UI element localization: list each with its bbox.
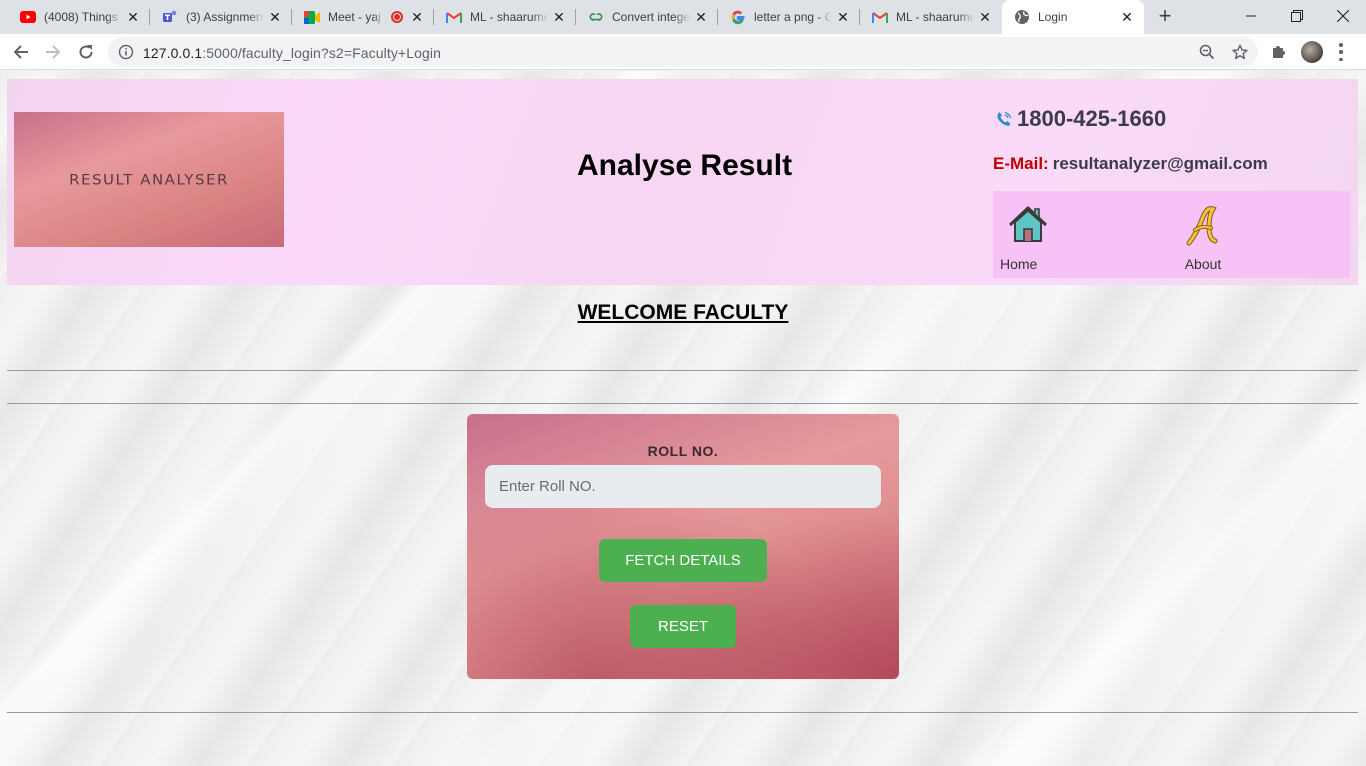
tab-title: Login: [1038, 10, 1068, 24]
tab-title: Convert intege: [612, 10, 690, 24]
contact-email: E-Mail: resultanalyzer@gmail.com: [993, 154, 1268, 174]
logo-text: RESULT ANALYSER: [69, 170, 229, 189]
tab-title: letter a png - G: [754, 10, 832, 24]
browser-toolbar: 127.0.0.1:5000/faculty_login?s2=Faculty+…: [0, 34, 1366, 70]
page-viewport: RESULT ANALYSER Analyse Result 1800-425-…: [0, 71, 1366, 766]
close-icon[interactable]: ✕: [268, 10, 282, 24]
bookmark-star-icon[interactable]: [1232, 44, 1248, 65]
site-title: Analyse Result: [577, 149, 793, 182]
arrow-left-icon: [13, 45, 28, 59]
info-icon[interactable]: [118, 44, 134, 65]
close-icon[interactable]: ✕: [978, 10, 992, 24]
globe-icon: [1014, 9, 1030, 25]
close-window-icon: [1337, 10, 1349, 22]
nav-item-home[interactable]: Home: [1000, 203, 1050, 272]
new-tab-button[interactable]: +: [1153, 5, 1177, 29]
address-bar[interactable]: 127.0.0.1:5000/faculty_login?s2=Faculty+…: [108, 37, 1258, 67]
close-icon[interactable]: ✕: [694, 10, 708, 24]
letter-a-icon: [1186, 206, 1218, 246]
back-button[interactable]: [7, 38, 35, 66]
roll-no-label: ROLL NO.: [647, 443, 719, 459]
nav-item-about[interactable]: About: [1181, 203, 1225, 272]
extensions-puzzle-icon[interactable]: [1271, 43, 1288, 65]
divider: [7, 403, 1358, 404]
browser-tab[interactable]: letter a png - G ✕: [718, 0, 860, 34]
forward-button[interactable]: [39, 38, 67, 66]
restore-button[interactable]: [1274, 0, 1320, 32]
gmail-icon: [872, 9, 888, 25]
geeksforgeeks-icon: [588, 9, 604, 25]
reset-button[interactable]: RESET: [630, 605, 736, 648]
site-header: RESULT ANALYSER Analyse Result 1800-425-…: [7, 79, 1358, 285]
minimize-button[interactable]: [1228, 0, 1274, 32]
google-icon: [730, 9, 746, 25]
email-label: E-Mail:: [993, 154, 1049, 173]
arrow-right-icon: [46, 45, 61, 59]
meet-icon: [304, 9, 320, 25]
close-icon[interactable]: ✕: [410, 10, 424, 24]
browser-tab[interactable]: (3) Assignment ✕: [150, 0, 292, 34]
teams-icon: [162, 9, 178, 25]
divider: [7, 712, 1358, 713]
minimize-icon: [1246, 15, 1256, 17]
url-host: 127.0.0.1: [143, 45, 203, 61]
recording-icon: [391, 11, 403, 23]
reload-button[interactable]: [72, 38, 100, 66]
gmail-icon: [446, 9, 462, 25]
close-icon[interactable]: ✕: [552, 10, 566, 24]
browser-tab[interactable]: ML - shaarume ✕: [434, 0, 576, 34]
nav-label-home: Home: [1000, 256, 1038, 272]
reload-icon: [79, 45, 93, 59]
roll-no-input[interactable]: [485, 465, 881, 508]
close-window-button[interactable]: [1320, 0, 1366, 32]
url-text: 127.0.0.1:5000/faculty_login?s2=Faculty+…: [143, 45, 441, 61]
browser-tab[interactable]: Convert intege ✕: [576, 0, 718, 34]
welcome-heading: WELCOME FACULTY: [577, 301, 789, 324]
site-logo[interactable]: RESULT ANALYSER: [14, 112, 284, 247]
phone-icon: [997, 111, 1012, 126]
nav-box: Home About: [993, 191, 1350, 278]
close-icon[interactable]: ✕: [836, 10, 850, 24]
zoom-icon[interactable]: [1199, 44, 1215, 65]
email-address: resultanalyzer@gmail.com: [1052, 154, 1268, 173]
browser-tab[interactable]: ML - shaarume ✕: [860, 0, 1002, 34]
tab-title: Meet - yaj: [328, 10, 381, 24]
tab-title: ML - shaarume: [896, 10, 974, 24]
youtube-icon: [20, 9, 36, 25]
fetch-details-button[interactable]: FETCH DETAILS: [599, 539, 767, 582]
home-icon: [1008, 206, 1048, 242]
restore-icon: [1291, 10, 1303, 22]
browser-menu-icon[interactable]: [1338, 43, 1344, 61]
tab-title: ML - shaarume: [470, 10, 548, 24]
profile-avatar[interactable]: [1301, 41, 1323, 63]
browser-tab[interactable]: (4008) Things w ✕: [8, 0, 150, 34]
contact-phone: 1800-425-1660: [995, 106, 1166, 132]
close-icon[interactable]: ✕: [1120, 10, 1134, 24]
phone-number: 1800-425-1660: [1017, 106, 1167, 131]
divider: [7, 370, 1358, 371]
tab-title: (4008) Things w: [44, 10, 122, 24]
close-icon[interactable]: ✕: [126, 10, 140, 24]
tab-title: (3) Assignment: [186, 10, 264, 24]
nav-label-about: About: [1184, 256, 1222, 272]
roll-form-card: ROLL NO. FETCH DETAILS RESET: [467, 414, 899, 679]
browser-tab[interactable]: Meet - yaj ✕: [292, 0, 434, 34]
url-path: :5000/faculty_login?s2=Faculty+Login: [202, 45, 441, 61]
browser-tab-active[interactable]: Login ✕: [1002, 0, 1144, 34]
scrollbar[interactable]: [1358, 71, 1366, 766]
browser-tab-strip: (4008) Things w ✕ (3) Assignment ✕ Meet …: [0, 0, 1366, 34]
